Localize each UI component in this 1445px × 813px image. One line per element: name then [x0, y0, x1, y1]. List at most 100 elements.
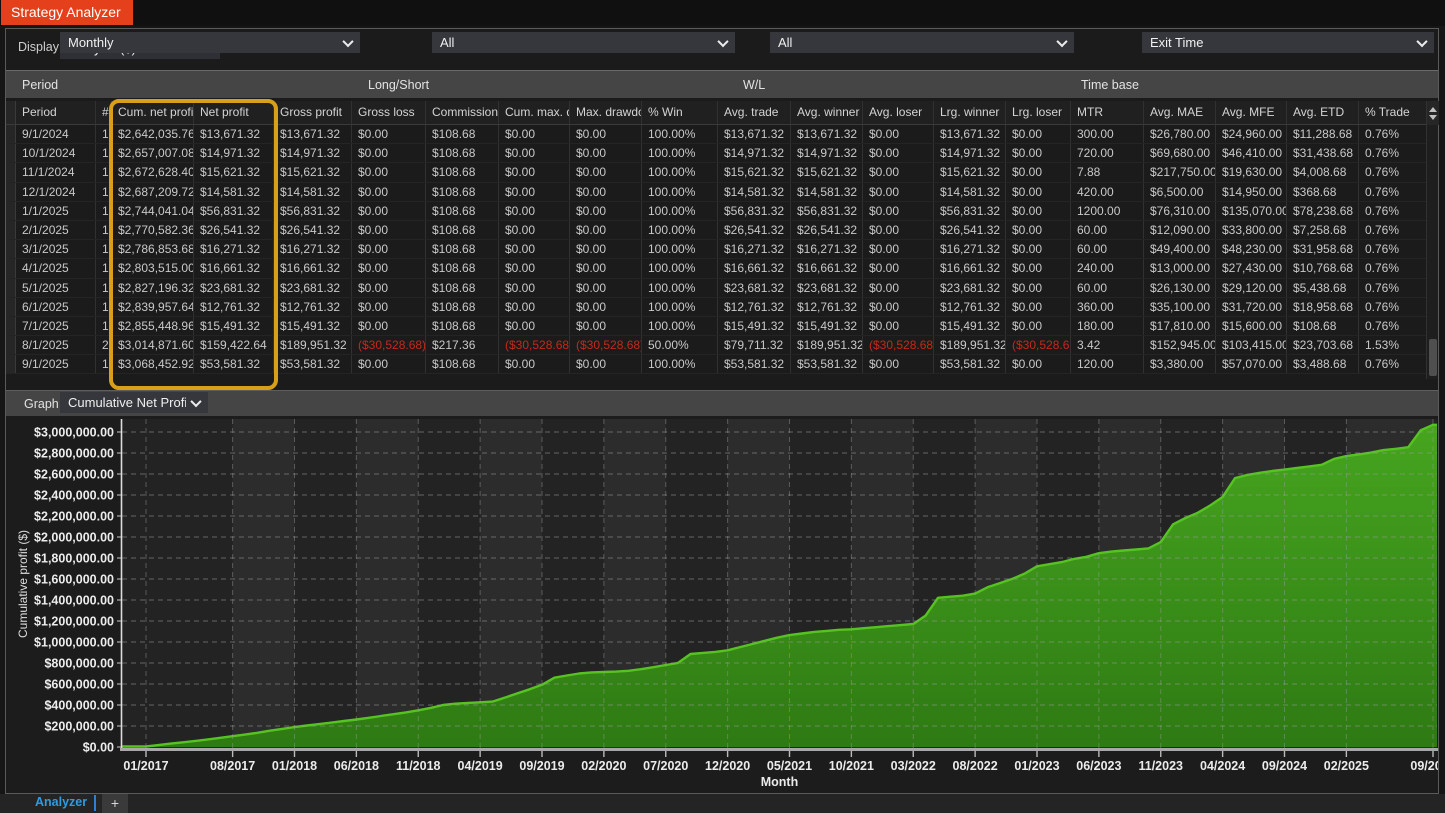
table-cell: $12,090.00 — [1144, 221, 1216, 239]
table-cell: $15,621.32 — [791, 163, 863, 181]
table-cell: $152,945.00 — [1144, 336, 1216, 354]
table-cell: $53,581.32 — [934, 355, 1006, 373]
row-gutter — [6, 240, 16, 258]
chevron-down-icon — [190, 395, 201, 406]
column-header[interactable]: Commission — [426, 101, 499, 124]
table-row[interactable]: 9/1/20241$2,642,035.76$13,671.32$13,671.… — [6, 125, 1438, 144]
table-cell: $16,271.32 — [934, 240, 1006, 258]
table-cell: $16,271.32 — [718, 240, 791, 258]
column-header[interactable]: Avg. loser — [863, 101, 934, 124]
svg-text:05/2021: 05/2021 — [767, 759, 812, 773]
table-cell: $35,100.00 — [1144, 298, 1216, 316]
scroll-down-icon[interactable] — [1429, 115, 1437, 120]
column-header[interactable]: Cum. net profit — [112, 101, 194, 124]
table-cell: $15,621.32 — [194, 163, 274, 181]
table-cell: $2,642,035.76 — [112, 125, 194, 143]
table-cell: $14,581.32 — [718, 183, 791, 201]
tab-analyzer[interactable]: Analyzer — [35, 795, 87, 809]
table-cell: $0.00 — [499, 163, 570, 181]
table-cell: $2,770,582.36 — [112, 221, 194, 239]
table-cell: 100.00% — [642, 144, 718, 162]
row-gutter — [6, 317, 16, 335]
column-header[interactable]: Gross profit — [274, 101, 352, 124]
table-cell: 0.76% — [1359, 144, 1427, 162]
row-gutter — [6, 163, 16, 181]
table-cell: 1.53% — [1359, 336, 1427, 354]
table-cell: 100.00% — [642, 259, 718, 277]
scroll-up-icon[interactable] — [1429, 107, 1437, 112]
table-row[interactable]: 11/1/20241$2,672,628.40$15,621.32$15,621… — [6, 163, 1438, 182]
column-header[interactable]: MTR — [1071, 101, 1144, 124]
table-cell: $23,681.32 — [194, 279, 274, 297]
column-header[interactable]: Cum. max. drawdown — [499, 101, 570, 124]
table-cell: $15,491.32 — [791, 317, 863, 335]
long-short-select[interactable]: All — [432, 32, 735, 53]
graph-select[interactable]: Cumulative Net Profit — [60, 392, 208, 413]
bottom-tab-bar: Analyzer + — [0, 794, 1445, 813]
table-cell: $53,581.32 — [791, 355, 863, 373]
table-cell: $0.00 — [1006, 144, 1071, 162]
table-cell: 8/1/2025 — [16, 336, 96, 354]
table-cell: $14,950.00 — [1216, 183, 1287, 201]
wl-select[interactable]: All — [770, 32, 1074, 53]
column-header[interactable]: Lrg. loser — [1006, 101, 1071, 124]
table-row[interactable]: 9/1/20251$3,068,452.92$53,581.32$53,581.… — [6, 355, 1438, 374]
column-header[interactable]: Avg. MFE — [1216, 101, 1287, 124]
table-cell: $0.00 — [570, 298, 642, 316]
row-gutter — [6, 202, 16, 220]
row-gutter — [6, 259, 16, 277]
table-scrollbar[interactable] — [1426, 101, 1438, 379]
table-cell: $49,400.00 — [1144, 240, 1216, 258]
table-cell: 1 — [96, 279, 112, 297]
table-row[interactable]: 7/1/20251$2,855,448.96$15,491.32$15,491.… — [6, 317, 1438, 336]
column-header[interactable]: Period — [16, 101, 96, 124]
table-row[interactable]: 10/1/20241$2,657,007.08$14,971.32$14,971… — [6, 144, 1438, 163]
add-tab-button[interactable]: + — [102, 794, 128, 813]
column-header[interactable]: Net profit — [194, 101, 274, 124]
table-cell: $56,831.32 — [791, 202, 863, 220]
column-header[interactable]: Lrg. winner — [934, 101, 1006, 124]
table-cell: $16,661.32 — [934, 259, 1006, 277]
table-row[interactable]: 4/1/20251$2,803,515.00$16,661.32$16,661.… — [6, 259, 1438, 278]
table-cell: $108.68 — [426, 298, 499, 316]
table-row[interactable]: 6/1/20251$2,839,957.64$12,761.32$12,761.… — [6, 298, 1438, 317]
table-cell: $15,600.00 — [1216, 317, 1287, 335]
table-row[interactable]: 1/1/20251$2,744,041.04$56,831.32$56,831.… — [6, 202, 1438, 221]
svg-text:11/2023: 11/2023 — [1139, 759, 1184, 773]
period-select[interactable]: Monthly — [60, 32, 360, 53]
table-cell: $108.68 — [426, 279, 499, 297]
table-row[interactable]: 2/1/20251$2,770,582.36$26,541.32$26,541.… — [6, 221, 1438, 240]
column-header[interactable]: Gross loss — [352, 101, 426, 124]
scrollbar-thumb[interactable] — [1429, 339, 1437, 376]
column-header[interactable]: # — [96, 101, 112, 124]
table-row[interactable]: 5/1/20251$2,827,196.32$23,681.32$23,681.… — [6, 279, 1438, 298]
row-gutter — [6, 183, 16, 201]
svg-text:$800,000.00: $800,000.00 — [44, 657, 114, 671]
table-cell: $0.00 — [352, 221, 426, 239]
svg-text:12/2020: 12/2020 — [705, 759, 750, 773]
time-base-select[interactable]: Exit Time — [1142, 32, 1434, 53]
column-header[interactable]: Avg. winner — [791, 101, 863, 124]
table-cell: ($30,528.68) — [499, 336, 570, 354]
table-cell: $0.00 — [352, 163, 426, 181]
long-short-select-value: All — [440, 35, 713, 50]
column-header[interactable]: % Trade — [1359, 101, 1427, 124]
column-header[interactable]: Avg. ETD — [1287, 101, 1359, 124]
column-header[interactable]: % Win — [642, 101, 718, 124]
table-cell: 100.00% — [642, 279, 718, 297]
table-row[interactable]: 8/1/20252$3,014,871.60$159,422.64$189,95… — [6, 336, 1438, 355]
table-cell: 2/1/2025 — [16, 221, 96, 239]
column-header[interactable]: Avg. MAE — [1144, 101, 1216, 124]
table-cell: $15,491.32 — [194, 317, 274, 335]
table-row[interactable]: 12/1/20241$2,687,209.72$14,581.32$14,581… — [6, 183, 1438, 202]
table-cell: $0.00 — [352, 183, 426, 201]
column-header[interactable]: Avg. trade — [718, 101, 791, 124]
table-cell: $0.00 — [570, 221, 642, 239]
column-header[interactable]: Max. drawdown — [570, 101, 642, 124]
display-label: Display — [18, 40, 59, 54]
table-cell: $0.00 — [570, 125, 642, 143]
table-row[interactable]: 3/1/20251$2,786,853.68$16,271.32$16,271.… — [6, 240, 1438, 259]
strategy-analyzer-tab[interactable]: Strategy Analyzer — [1, 0, 133, 25]
table-cell: $13,671.32 — [934, 125, 1006, 143]
table-cell: 240.00 — [1071, 259, 1144, 277]
